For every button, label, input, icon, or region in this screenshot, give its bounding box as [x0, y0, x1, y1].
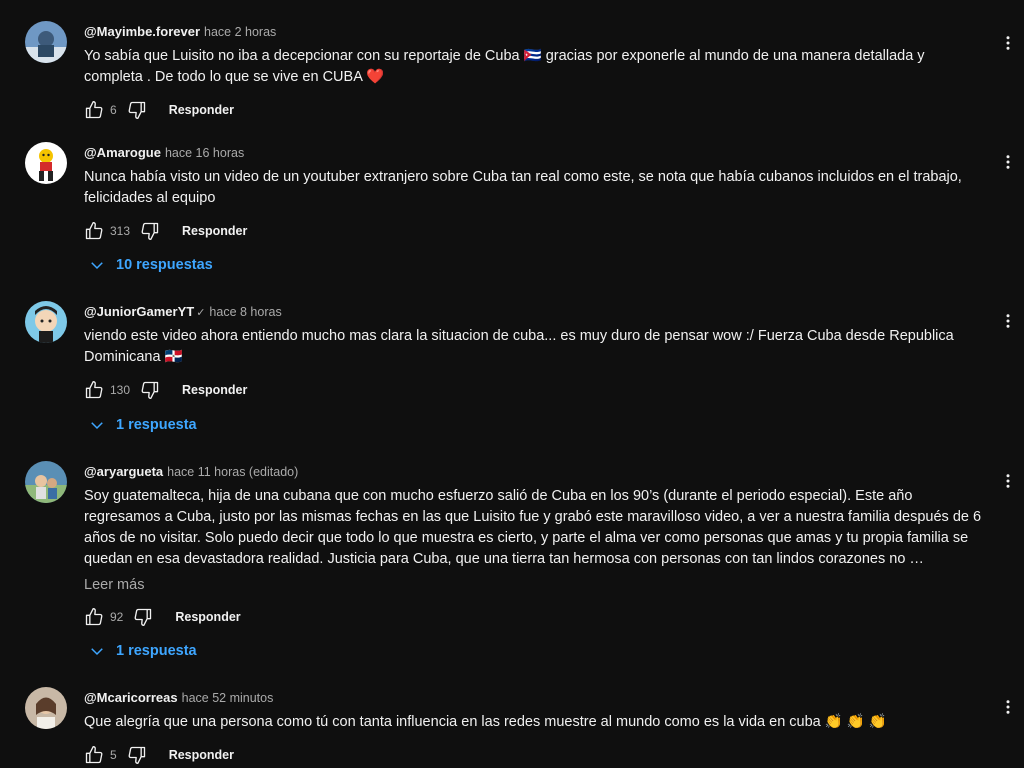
comment-author[interactable]: @Mayimbe.forever: [84, 24, 200, 39]
view-replies-button[interactable]: 1 respuesta: [88, 639, 197, 663]
comment-header: @JuniorGamerYT ✓ hace 8 horas: [84, 303, 984, 321]
avatar[interactable]: [25, 687, 67, 729]
chevron-down-icon: [91, 262, 103, 270]
chevron-down-icon: [91, 422, 103, 430]
thumbs-up-icon: [85, 101, 103, 119]
more-vert-icon: [1006, 700, 1010, 714]
comment-text: Nunca había visto un video de un youtube…: [84, 169, 962, 206]
avatar[interactable]: [25, 461, 67, 503]
view-replies-button[interactable]: 10 respuestas: [88, 253, 213, 277]
comment-header: @aryargueta hace 11 horas (editado): [84, 463, 984, 481]
comment-time[interactable]: hace 16 horas: [165, 146, 244, 160]
comment-menu-button[interactable]: [998, 310, 1018, 332]
thumbs-down-icon: [128, 101, 145, 120]
replies-count: 10 respuestas: [116, 257, 213, 273]
comment-time[interactable]: hace 52 minutos: [182, 691, 274, 705]
comment-text: Que alegría que una persona como tú con …: [84, 714, 887, 730]
comment-text: Soy guatemalteca, hija de una cubana que…: [84, 488, 982, 567]
thumbs-up-icon: [85, 746, 103, 764]
thumbs-up-icon: [85, 608, 103, 626]
verified-badge-icon: ✓: [196, 307, 206, 319]
more-vert-icon: [1006, 36, 1010, 50]
like-count: 130: [110, 383, 131, 397]
comment-time[interactable]: hace 8 horas: [209, 305, 281, 319]
avatar[interactable]: [25, 301, 67, 343]
thumbs-up-icon: [85, 381, 103, 399]
thumbs-down-icon: [141, 381, 159, 399]
comment-actions: 92 Responder: [84, 604, 984, 630]
comment-menu-button[interactable]: [998, 470, 1018, 492]
comment-header: @Mcaricorreas hace 52 minutos: [84, 689, 984, 707]
like-count: 92: [110, 610, 124, 624]
like-button[interactable]: [84, 99, 104, 121]
replies-count: 1 respuesta: [116, 643, 197, 659]
more-vert-icon: [1006, 474, 1010, 488]
comment-author[interactable]: @Mcaricorreas: [84, 690, 178, 705]
comment-author[interactable]: @Amarogue: [84, 145, 161, 160]
comment-header: @Amarogue hace 16 horas: [84, 144, 984, 162]
comment-menu-button[interactable]: [998, 32, 1018, 54]
reply-button[interactable]: Responder: [169, 103, 234, 117]
comment-header: @Mayimbe.forever hace 2 horas: [84, 23, 984, 41]
avatar[interactable]: [25, 142, 67, 184]
like-button[interactable]: [84, 606, 104, 628]
comment-menu-button[interactable]: [998, 151, 1018, 173]
dislike-button[interactable]: [140, 220, 160, 242]
dislike-button[interactable]: [140, 379, 160, 401]
thumbs-up-icon: [85, 222, 103, 240]
comment-actions: 6 Responder: [84, 97, 984, 123]
like-button[interactable]: [84, 220, 104, 242]
like-count: 6: [110, 103, 117, 117]
comment-author[interactable]: @aryargueta: [84, 464, 163, 479]
avatar[interactable]: [25, 21, 67, 63]
comment-actions: 130 Responder: [84, 377, 984, 403]
comment-time[interactable]: hace 2 horas: [204, 25, 276, 39]
read-more-button[interactable]: Leer más: [84, 575, 984, 595]
dislike-button[interactable]: [133, 606, 153, 628]
more-vert-icon: [1006, 314, 1010, 328]
thumbs-down-icon: [134, 608, 152, 626]
thumbs-down-icon: [141, 222, 159, 240]
comment-time[interactable]: hace 11 horas (editado): [167, 465, 298, 479]
reply-button[interactable]: Responder: [182, 224, 247, 238]
reply-button[interactable]: Responder: [175, 610, 240, 624]
more-vert-icon: [1006, 155, 1010, 169]
like-button[interactable]: [84, 379, 104, 401]
comment-actions: 5 Responder: [84, 742, 984, 768]
like-count: 313: [110, 224, 131, 238]
view-replies-button[interactable]: 1 respuesta: [88, 413, 197, 437]
comment-text: viendo este video ahora entiendo mucho m…: [84, 328, 954, 365]
comment-text: Yo sabía que Luisito no iba a decepciona…: [84, 48, 925, 85]
like-button[interactable]: [84, 744, 104, 766]
dislike-button[interactable]: [127, 99, 147, 121]
thumbs-down-icon: [128, 746, 145, 764]
replies-count: 1 respuesta: [116, 417, 197, 433]
comment-author[interactable]: @JuniorGamerYT: [84, 304, 194, 319]
chevron-down-icon: [91, 648, 103, 656]
comment-menu-button[interactable]: [998, 696, 1018, 718]
dislike-button[interactable]: [127, 744, 147, 766]
reply-button[interactable]: Responder: [182, 383, 247, 397]
comment-actions: 313 Responder: [84, 218, 984, 244]
